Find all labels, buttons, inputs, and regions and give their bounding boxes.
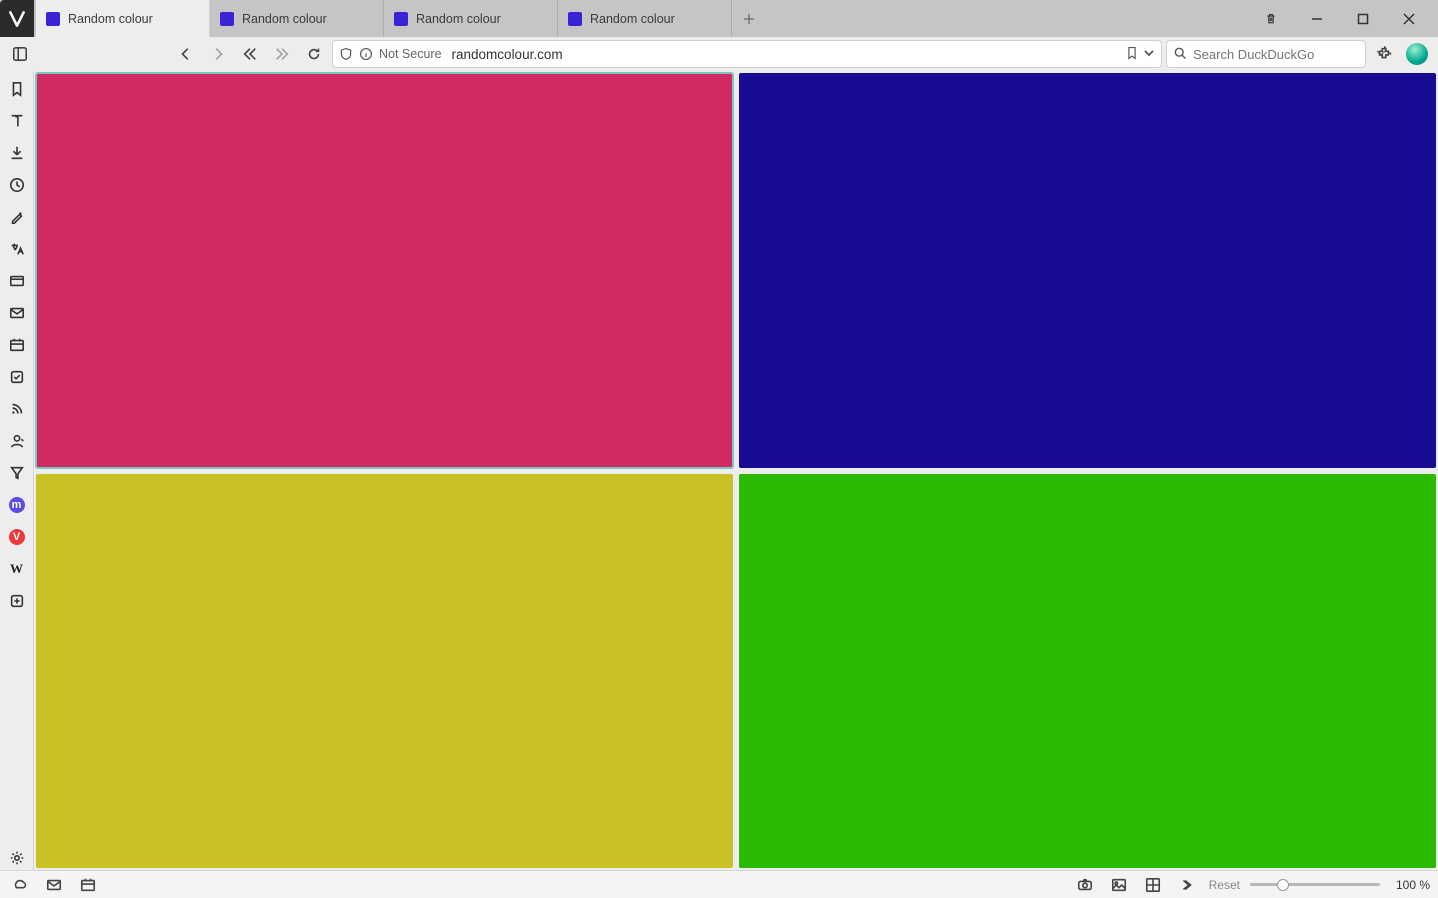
window-panel-icon[interactable]: [5, 269, 29, 293]
fast-forward-button[interactable]: [268, 40, 296, 68]
extensions-icon[interactable]: [1370, 40, 1398, 68]
favicon: [46, 12, 60, 26]
not-secure-label: Not Secure: [379, 47, 442, 61]
status-bar: Reset 100 %: [0, 870, 1438, 898]
capture-icon[interactable]: [1073, 873, 1097, 897]
maximize-button[interactable]: [1348, 4, 1378, 34]
tile-1[interactable]: [739, 73, 1436, 468]
bookmark-icon[interactable]: [1125, 46, 1139, 63]
vivaldi-menu-icon[interactable]: [0, 0, 34, 37]
bookmarks-panel-icon[interactable]: [5, 77, 29, 101]
panel-toggle-icon[interactable]: [6, 40, 34, 68]
shield-icon[interactable]: [339, 47, 353, 61]
search-engine-icon[interactable]: [1173, 46, 1187, 63]
slider-track[interactable]: [1250, 883, 1380, 886]
panel-bar: m V W: [0, 71, 34, 870]
image-toggle-icon[interactable]: [1107, 873, 1131, 897]
body: m V W: [0, 71, 1438, 870]
filter-panel-icon[interactable]: [5, 461, 29, 485]
calendar-panel-icon[interactable]: [5, 333, 29, 357]
mail-status-icon[interactable]: [42, 873, 66, 897]
favicon: [394, 12, 408, 26]
address-dropdown-icon[interactable]: [1143, 47, 1155, 62]
forward-button[interactable]: [204, 40, 232, 68]
tab-1[interactable]: Random colour: [210, 0, 384, 37]
translate-panel-icon[interactable]: [5, 237, 29, 261]
window-controls: [1256, 0, 1438, 37]
url-input[interactable]: [452, 47, 1119, 62]
notes-panel-icon[interactable]: [5, 205, 29, 229]
vivaldi-panel-icon[interactable]: V: [5, 525, 29, 549]
favicon: [568, 12, 582, 26]
search-box[interactable]: [1166, 40, 1366, 68]
info-icon[interactable]: [359, 47, 373, 61]
browser-window: Random colour Random colour Random colou…: [0, 0, 1438, 898]
new-tab-button[interactable]: [732, 0, 766, 37]
minimize-button[interactable]: [1302, 4, 1332, 34]
tab-title: Random colour: [416, 12, 501, 26]
tile-2[interactable]: [36, 474, 733, 869]
zoom-slider[interactable]: [1250, 883, 1380, 886]
tile-0[interactable]: [36, 73, 733, 468]
tab-0[interactable]: Random colour: [36, 0, 210, 37]
reading-list-panel-icon[interactable]: [5, 109, 29, 133]
close-button[interactable]: [1394, 4, 1424, 34]
downloads-panel-icon[interactable]: [5, 141, 29, 165]
tab-3[interactable]: Random colour: [558, 0, 732, 37]
profile-avatar[interactable]: [1406, 43, 1428, 65]
settings-icon[interactable]: [5, 846, 29, 870]
rewind-button[interactable]: [236, 40, 264, 68]
calendar-status-icon[interactable]: [76, 873, 100, 897]
add-panel-icon[interactable]: [5, 589, 29, 613]
tile-3[interactable]: [739, 474, 1436, 869]
zoom-value: 100 %: [1390, 878, 1430, 892]
tile-grid: [36, 73, 1436, 868]
tab-bar: Random colour Random colour Random colou…: [0, 0, 1438, 37]
tiling-icon[interactable]: [1141, 873, 1165, 897]
back-button[interactable]: [172, 40, 200, 68]
address-bar-row: Not Secure: [0, 37, 1438, 71]
content-area: [34, 71, 1438, 870]
tasks-panel-icon[interactable]: [5, 365, 29, 389]
feeds-panel-icon[interactable]: [5, 397, 29, 421]
tab-title: Random colour: [68, 12, 153, 26]
wikipedia-panel-icon[interactable]: W: [5, 557, 29, 581]
slider-thumb[interactable]: [1277, 879, 1289, 891]
address-box[interactable]: Not Secure: [332, 40, 1162, 68]
search-input[interactable]: [1193, 47, 1369, 62]
page-actions-icon[interactable]: [1175, 873, 1199, 897]
tabs: Random colour Random colour Random colou…: [36, 0, 732, 37]
tab-title: Random colour: [242, 12, 327, 26]
contacts-panel-icon[interactable]: [5, 429, 29, 453]
trash-icon[interactable]: [1256, 4, 1286, 34]
tab-2[interactable]: Random colour: [384, 0, 558, 37]
sync-icon[interactable]: [8, 873, 32, 897]
tab-title: Random colour: [590, 12, 675, 26]
zoom-reset[interactable]: Reset: [1209, 878, 1240, 892]
history-panel-icon[interactable]: [5, 173, 29, 197]
favicon: [220, 12, 234, 26]
reload-button[interactable]: [300, 40, 328, 68]
mastodon-panel-icon[interactable]: m: [5, 493, 29, 517]
mail-panel-icon[interactable]: [5, 301, 29, 325]
